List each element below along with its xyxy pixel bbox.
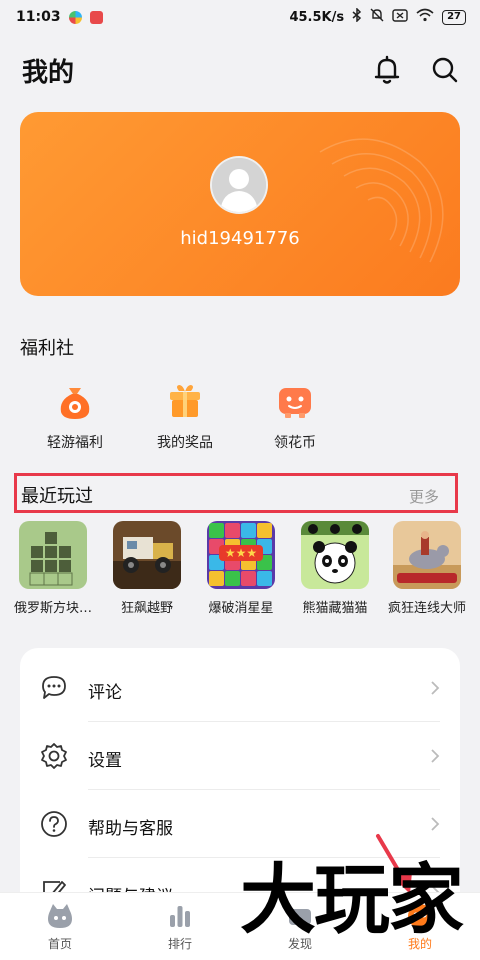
chevron-right-icon (431, 749, 440, 763)
menu-item-label: 评论 (88, 683, 122, 703)
offroad-game-thumbnail (113, 521, 181, 589)
welfare-section-title: 福利社 (20, 338, 74, 359)
gamepad-coin-icon (279, 388, 311, 418)
recent-games-row: 俄罗斯方块… 狂飙越野 ★★★ 爆破消星星 熊猫藏猫猫 疯狂连线大师 (0, 521, 480, 621)
welfare-item-label: 我的奖品 (157, 435, 213, 451)
money-bag-icon (60, 388, 90, 419)
watermark-logo: 大玩家 (240, 855, 464, 944)
recent-played-header: 最近玩过 更多 (14, 473, 458, 513)
game-name: 狂飙越野 (120, 601, 173, 616)
menu-item-label: 帮助与客服 (88, 819, 173, 839)
app-notification-icon (68, 10, 82, 24)
crazy-link-game-thumbnail (393, 521, 461, 589)
nav-item-home[interactable]: 首页 (20, 901, 100, 952)
user-avatar-icon (212, 158, 266, 212)
svg-text:★★★: ★★★ (225, 546, 257, 560)
app-notification-icon (89, 10, 103, 24)
profile-card[interactable]: hid19491776 (20, 112, 460, 296)
game-item-crazy-link[interactable]: 疯狂连线大师 (380, 521, 474, 616)
game-item-offroad[interactable]: 狂飙越野 (100, 521, 194, 616)
page-title: 我的 (22, 58, 75, 88)
search-button[interactable] (430, 54, 460, 86)
game-item-panda-hide[interactable]: 熊猫藏猫猫 (288, 521, 382, 616)
welfare-item-my-prizes[interactable]: 我的奖品 (130, 382, 240, 452)
home-cat-icon (48, 904, 72, 928)
card-decoration (319, 138, 444, 263)
game-name: 熊猫藏猫猫 (302, 601, 368, 616)
bell-icon (374, 55, 400, 84)
game-name: 爆破消星星 (208, 601, 274, 616)
tetris-game-thumbnail (19, 521, 87, 589)
menu-item-comments[interactable]: 评论 (20, 654, 460, 722)
avatar[interactable] (210, 156, 268, 214)
game-item-pop-star[interactable]: ★★★ 爆破消星星 (194, 521, 288, 616)
game-name: 疯狂连线大师 (387, 601, 466, 616)
welfare-item-label: 轻游福利 (47, 435, 103, 451)
nav-item-ranking[interactable]: 排行 (140, 901, 220, 952)
welfare-item-collect-coins[interactable]: 领花币 (240, 382, 350, 452)
ranking-bars-icon (170, 906, 190, 927)
help-icon (41, 811, 67, 837)
welfare-item-label: 领花币 (274, 435, 316, 451)
chevron-right-icon (431, 681, 440, 695)
welfare-row: 轻游福利 我的奖品 领花币 (20, 382, 350, 454)
game-item-tetris[interactable]: 俄罗斯方块… (6, 521, 100, 616)
menu-item-settings[interactable]: 设置 (20, 722, 460, 790)
bluetooth-icon (352, 7, 362, 26)
wifi-icon (416, 8, 434, 26)
username: hid19491776 (180, 228, 300, 249)
menu-item-label: 设置 (88, 751, 122, 771)
recent-played-title: 最近玩过 (21, 486, 93, 507)
mute-bell-icon (370, 8, 384, 26)
gift-icon (170, 385, 200, 417)
gear-icon (41, 743, 67, 769)
panda-game-thumbnail (301, 521, 369, 589)
status-time: 11:03 (16, 9, 61, 25)
chevron-right-icon (431, 817, 440, 831)
page-header: 我的 (0, 44, 480, 96)
more-link[interactable]: 更多 (409, 486, 439, 507)
game-name: 俄罗斯方块… (13, 601, 92, 616)
pop-star-game-thumbnail: ★★★ (207, 521, 275, 589)
nav-item-label: 首页 (47, 937, 72, 951)
network-speed: 45.5K/s (289, 9, 345, 25)
welfare-item-light-game-benefits[interactable]: 轻游福利 (20, 382, 130, 452)
nav-item-label: 排行 (167, 937, 192, 951)
comment-icon (42, 676, 66, 699)
status-bar: 11:03 45.5K/s 27 (0, 0, 480, 34)
notification-bell-button[interactable] (372, 54, 402, 86)
search-icon (432, 57, 458, 83)
battery-indicator: 27 (442, 9, 466, 25)
sim-off-icon (392, 8, 408, 26)
